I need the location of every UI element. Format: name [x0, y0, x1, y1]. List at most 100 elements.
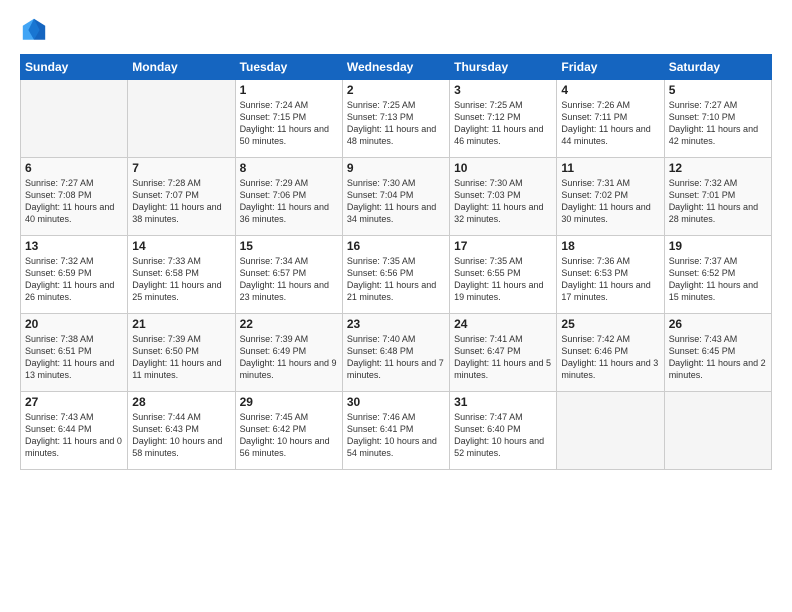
calendar-day-cell: 25 Sunrise: 7:42 AMSunset: 6:46 PMDayligh…	[557, 314, 664, 392]
calendar-day-cell: 31 Sunrise: 7:47 AMSunset: 6:40 PMDayligh…	[450, 392, 557, 470]
calendar-day-cell	[21, 80, 128, 158]
day-detail: Sunrise: 7:35 AMSunset: 6:56 PMDaylight:…	[347, 255, 445, 304]
day-number: 1	[240, 83, 338, 97]
calendar-day-cell: 24 Sunrise: 7:41 AMSunset: 6:47 PMDayligh…	[450, 314, 557, 392]
calendar-day-cell: 7 Sunrise: 7:28 AMSunset: 7:07 PMDaylight…	[128, 158, 235, 236]
day-number: 30	[347, 395, 445, 409]
calendar-body: 1 Sunrise: 7:24 AMSunset: 7:15 PMDaylight…	[21, 80, 772, 470]
calendar-day-cell: 21Sunrise: 7:39 AMSunset: 6:50 PMDayligh…	[128, 314, 235, 392]
day-number: 28	[132, 395, 230, 409]
calendar-day-cell: 5 Sunrise: 7:27 AMSunset: 7:10 PMDaylight…	[664, 80, 771, 158]
calendar-week-row: 20 Sunrise: 7:38 AMSunset: 6:51 PMDayligh…	[21, 314, 772, 392]
logo-icon	[20, 16, 48, 44]
day-detail: Sunrise: 7:26 AMSunset: 7:11 PMDaylight:…	[561, 99, 659, 148]
day-number: 22	[240, 317, 338, 331]
calendar-day-cell: 26 Sunrise: 7:43 AMSunset: 6:45 PMDayligh…	[664, 314, 771, 392]
weekday-header: Monday	[128, 55, 235, 80]
day-detail: Sunrise: 7:30 AMSunset: 7:03 PMDaylight:…	[454, 177, 552, 226]
calendar-day-cell	[128, 80, 235, 158]
calendar-day-cell: 20 Sunrise: 7:38 AMSunset: 6:51 PMDayligh…	[21, 314, 128, 392]
weekday-header: Sunday	[21, 55, 128, 80]
day-detail: Sunrise: 7:32 AMSunset: 7:01 PMDaylight:…	[669, 177, 767, 226]
day-detail: Sunrise: 7:38 AMSunset: 6:51 PMDaylight:…	[25, 333, 123, 382]
day-detail: Sunrise: 7:40 AMSunset: 6:48 PMDaylight:…	[347, 333, 445, 382]
calendar-day-cell: 27Sunrise: 7:43 AMSunset: 6:44 PMDayligh…	[21, 392, 128, 470]
day-number: 3	[454, 83, 552, 97]
day-detail: Sunrise: 7:36 AMSunset: 6:53 PMDaylight:…	[561, 255, 659, 304]
day-detail: Sunrise: 7:28 AMSunset: 7:07 PMDaylight:…	[132, 177, 230, 226]
day-detail: Sunrise: 7:42 AMSunset: 6:46 PMDaylight:…	[561, 333, 659, 382]
calendar-week-row: 13 Sunrise: 7:32 AMSunset: 6:59 PMDayligh…	[21, 236, 772, 314]
day-detail: Sunrise: 7:32 AMSunset: 6:59 PMDaylight:…	[25, 255, 123, 304]
calendar-day-cell: 15Sunrise: 7:34 AMSunset: 6:57 PMDayligh…	[235, 236, 342, 314]
day-number: 10	[454, 161, 552, 175]
day-detail: Sunrise: 7:37 AMSunset: 6:52 PMDaylight:…	[669, 255, 767, 304]
day-number: 7	[132, 161, 230, 175]
day-detail: Sunrise: 7:39 AMSunset: 6:50 PMDaylight:…	[132, 333, 230, 382]
calendar-header: SundayMondayTuesdayWednesdayThursdayFrid…	[21, 55, 772, 80]
logo	[20, 16, 52, 44]
day-number: 17	[454, 239, 552, 253]
day-number: 16	[347, 239, 445, 253]
calendar-day-cell: 23 Sunrise: 7:40 AMSunset: 6:48 PMDayligh…	[342, 314, 449, 392]
day-detail: Sunrise: 7:25 AMSunset: 7:12 PMDaylight:…	[454, 99, 552, 148]
day-detail: Sunrise: 7:43 AMSunset: 6:44 PMDaylight:…	[25, 411, 123, 460]
calendar-day-cell	[557, 392, 664, 470]
day-detail: Sunrise: 7:31 AMSunset: 7:02 PMDaylight:…	[561, 177, 659, 226]
day-number: 8	[240, 161, 338, 175]
day-number: 23	[347, 317, 445, 331]
day-detail: Sunrise: 7:47 AMSunset: 6:40 PMDaylight:…	[454, 411, 552, 460]
header	[20, 16, 772, 44]
day-number: 24	[454, 317, 552, 331]
page: SundayMondayTuesdayWednesdayThursdayFrid…	[0, 0, 792, 612]
calendar-day-cell: 6 Sunrise: 7:27 AMSunset: 7:08 PMDaylight…	[21, 158, 128, 236]
day-number: 26	[669, 317, 767, 331]
day-number: 15	[240, 239, 338, 253]
day-number: 14	[132, 239, 230, 253]
calendar-day-cell: 2Sunrise: 7:25 AMSunset: 7:13 PMDaylight…	[342, 80, 449, 158]
day-detail: Sunrise: 7:45 AMSunset: 6:42 PMDaylight:…	[240, 411, 338, 460]
day-detail: Sunrise: 7:30 AMSunset: 7:04 PMDaylight:…	[347, 177, 445, 226]
calendar-day-cell: 4 Sunrise: 7:26 AMSunset: 7:11 PMDaylight…	[557, 80, 664, 158]
day-detail: Sunrise: 7:39 AMSunset: 6:49 PMDaylight:…	[240, 333, 338, 382]
day-number: 18	[561, 239, 659, 253]
day-number: 20	[25, 317, 123, 331]
day-detail: Sunrise: 7:41 AMSunset: 6:47 PMDaylight:…	[454, 333, 552, 382]
day-number: 25	[561, 317, 659, 331]
calendar-day-cell: 17 Sunrise: 7:35 AMSunset: 6:55 PMDayligh…	[450, 236, 557, 314]
calendar-table: SundayMondayTuesdayWednesdayThursdayFrid…	[20, 54, 772, 470]
day-number: 4	[561, 83, 659, 97]
day-detail: Sunrise: 7:27 AMSunset: 7:08 PMDaylight:…	[25, 177, 123, 226]
day-detail: Sunrise: 7:25 AMSunset: 7:13 PMDaylight:…	[347, 99, 445, 148]
calendar-day-cell: 13 Sunrise: 7:32 AMSunset: 6:59 PMDayligh…	[21, 236, 128, 314]
day-number: 6	[25, 161, 123, 175]
day-number: 11	[561, 161, 659, 175]
calendar-day-cell: 9 Sunrise: 7:30 AMSunset: 7:04 PMDaylight…	[342, 158, 449, 236]
day-number: 29	[240, 395, 338, 409]
day-detail: Sunrise: 7:27 AMSunset: 7:10 PMDaylight:…	[669, 99, 767, 148]
day-detail: Sunrise: 7:29 AMSunset: 7:06 PMDaylight:…	[240, 177, 338, 226]
calendar-day-cell: 29 Sunrise: 7:45 AMSunset: 6:42 PMDayligh…	[235, 392, 342, 470]
header-row: SundayMondayTuesdayWednesdayThursdayFrid…	[21, 55, 772, 80]
day-detail: Sunrise: 7:44 AMSunset: 6:43 PMDaylight:…	[132, 411, 230, 460]
calendar-day-cell	[664, 392, 771, 470]
day-detail: Sunrise: 7:46 AMSunset: 6:41 PMDaylight:…	[347, 411, 445, 460]
calendar-week-row: 1 Sunrise: 7:24 AMSunset: 7:15 PMDaylight…	[21, 80, 772, 158]
day-detail: Sunrise: 7:24 AMSunset: 7:15 PMDaylight:…	[240, 99, 338, 148]
calendar-week-row: 6 Sunrise: 7:27 AMSunset: 7:08 PMDaylight…	[21, 158, 772, 236]
day-detail: Sunrise: 7:35 AMSunset: 6:55 PMDaylight:…	[454, 255, 552, 304]
weekday-header: Tuesday	[235, 55, 342, 80]
day-number: 31	[454, 395, 552, 409]
day-number: 19	[669, 239, 767, 253]
day-number: 5	[669, 83, 767, 97]
calendar-day-cell: 14Sunrise: 7:33 AMSunset: 6:58 PMDayligh…	[128, 236, 235, 314]
day-number: 9	[347, 161, 445, 175]
day-detail: Sunrise: 7:43 AMSunset: 6:45 PMDaylight:…	[669, 333, 767, 382]
calendar-day-cell: 22 Sunrise: 7:39 AMSunset: 6:49 PMDayligh…	[235, 314, 342, 392]
weekday-header: Thursday	[450, 55, 557, 80]
calendar-day-cell: 1 Sunrise: 7:24 AMSunset: 7:15 PMDaylight…	[235, 80, 342, 158]
calendar-day-cell: 28 Sunrise: 7:44 AMSunset: 6:43 PMDayligh…	[128, 392, 235, 470]
calendar-day-cell: 11 Sunrise: 7:31 AMSunset: 7:02 PMDayligh…	[557, 158, 664, 236]
day-number: 13	[25, 239, 123, 253]
calendar-day-cell: 8 Sunrise: 7:29 AMSunset: 7:06 PMDaylight…	[235, 158, 342, 236]
